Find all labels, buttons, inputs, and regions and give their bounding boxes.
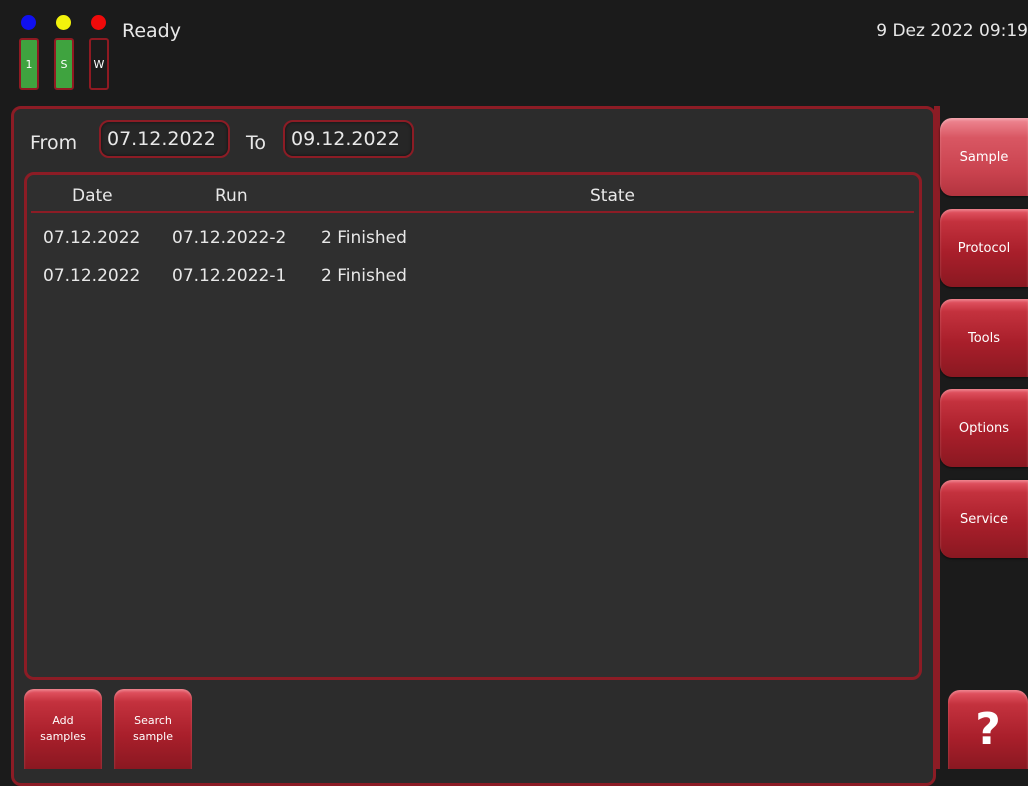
indicator-s: S (54, 38, 74, 90)
row-date: 07.12.2022 (43, 266, 141, 286)
nav-tools-button[interactable]: Tools (940, 299, 1028, 377)
search-sample-label-line1: Search (134, 714, 172, 727)
red-status-light (91, 15, 106, 30)
add-samples-label-line2: samples (40, 730, 86, 743)
to-date-field[interactable]: 09.12.2022 (283, 120, 414, 158)
column-header-state[interactable]: State (590, 186, 635, 206)
row-run: 07.12.2022-1 (172, 266, 287, 286)
column-header-date[interactable]: Date (72, 186, 113, 206)
indicator-1: 1 (19, 38, 39, 90)
header-divider (31, 211, 914, 213)
column-header-run[interactable]: Run (215, 186, 248, 206)
from-date-field[interactable]: 07.12.2022 (99, 120, 230, 158)
status-text: Ready (122, 20, 181, 42)
row-state: 2 Finished (321, 266, 407, 286)
yellow-status-light (56, 15, 71, 30)
search-sample-button[interactable]: Search sample (114, 689, 192, 769)
row-date: 07.12.2022 (43, 228, 141, 248)
to-label: To (246, 132, 267, 154)
search-sample-label-line2: sample (133, 730, 173, 743)
add-samples-button[interactable]: Add samples (24, 689, 102, 769)
status-bar: 1 S W Ready 9 Dez 2022 09:19 (0, 0, 1028, 110)
nav-sample-button[interactable]: Sample (940, 118, 1028, 196)
add-samples-label-line1: Add (52, 714, 74, 727)
blue-status-light (21, 15, 36, 30)
nav-options-button[interactable]: Options (940, 389, 1028, 467)
row-state: 2 Finished (321, 228, 407, 248)
row-run: 07.12.2022-2 (172, 228, 287, 248)
from-label: From (30, 132, 78, 154)
run-list (24, 172, 922, 680)
datetime: 9 Dez 2022 09:19 (876, 21, 1028, 41)
help-button[interactable]: ? (948, 690, 1028, 769)
nav-service-button[interactable]: Service (940, 480, 1028, 558)
question-mark-icon: ? (975, 704, 1001, 755)
indicator-w: W (89, 38, 109, 90)
nav-protocol-button[interactable]: Protocol (940, 209, 1028, 287)
